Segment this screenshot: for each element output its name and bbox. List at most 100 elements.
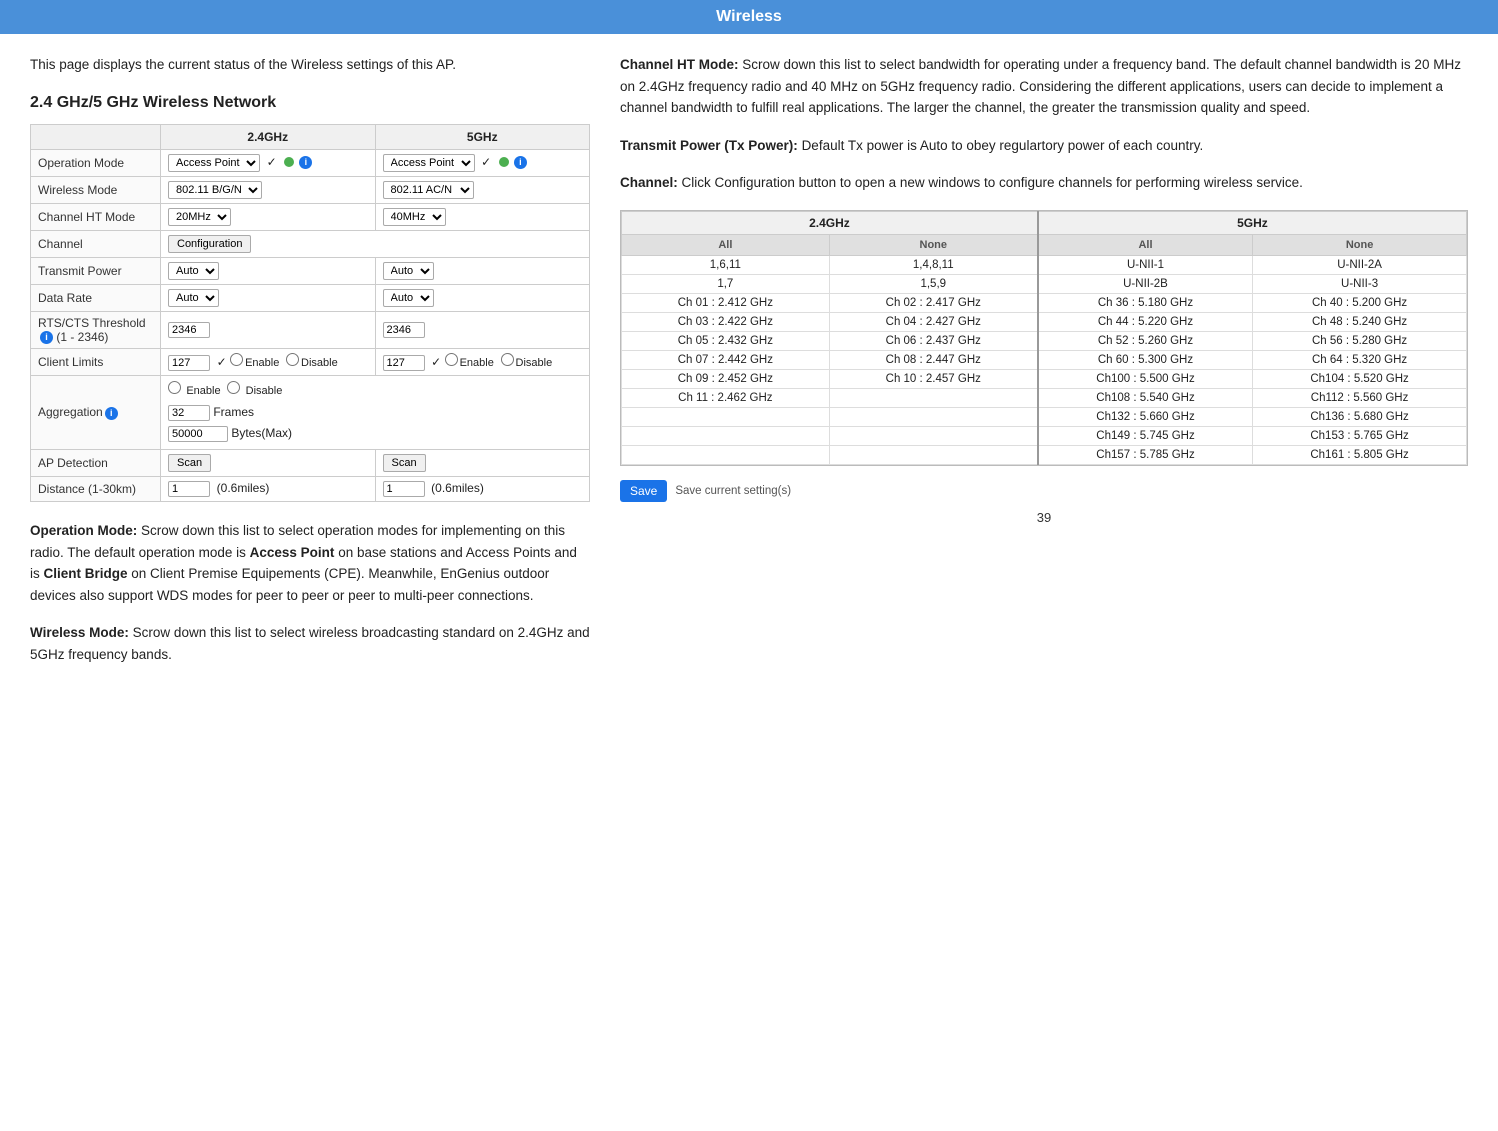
ch-cell-24b[interactable] <box>829 388 1038 407</box>
ap-detection-24: Scan <box>161 449 376 476</box>
ch-all-5[interactable]: All <box>1038 234 1253 255</box>
ch-cell-5a[interactable]: U-NII-1 <box>1038 255 1253 274</box>
rts-input-5[interactable] <box>383 322 425 338</box>
ch-cell-5a[interactable]: Ch 36 : 5.180 GHz <box>1038 293 1253 312</box>
ch-none-24[interactable]: None <box>829 234 1038 255</box>
save-button[interactable]: Save <box>620 480 667 502</box>
ch-cell-5b[interactable]: U-NII-3 <box>1253 274 1467 293</box>
scan-button-24[interactable]: Scan <box>168 454 211 472</box>
ch-cell-24b[interactable] <box>829 426 1038 445</box>
client-limits-input-24[interactable] <box>168 355 210 371</box>
ch-cell-24b[interactable]: Ch 08 : 2.447 GHz <box>829 350 1038 369</box>
enable-radio-5[interactable] <box>445 353 458 366</box>
agg-enable-radio[interactable] <box>168 381 181 394</box>
ch-cell-24a[interactable]: Ch 11 : 2.462 GHz <box>622 388 830 407</box>
channel-header-24: 2.4GHz <box>622 211 1038 234</box>
operation-mode-5: Access Point ✓ i <box>375 149 590 176</box>
data-rate-5-select[interactable]: Auto <box>383 289 434 307</box>
config-button[interactable]: Configuration <box>168 235 251 253</box>
agg-disable-radio[interactable] <box>227 381 240 394</box>
wireless-mode-24-select[interactable]: 802.11 B/G/N <box>168 181 262 199</box>
ch-cell-5b[interactable]: Ch153 : 5.765 GHz <box>1253 426 1467 445</box>
operation-mode-5-select[interactable]: Access Point <box>383 154 475 172</box>
channel-table-row[interactable]: 1,71,5,9U-NII-2BU-NII-3 <box>622 274 1467 293</box>
ch-cell-5a[interactable]: Ch157 : 5.785 GHz <box>1038 445 1253 464</box>
channel-table-row[interactable]: Ch 03 : 2.422 GHzCh 04 : 2.427 GHzCh 44 … <box>622 312 1467 331</box>
ch-cell-5a[interactable]: Ch149 : 5.745 GHz <box>1038 426 1253 445</box>
distance-input-24[interactable] <box>168 481 210 497</box>
ch-cell-5a[interactable]: Ch 52 : 5.260 GHz <box>1038 331 1253 350</box>
channel-text: Click Configuration button to open a new… <box>682 175 1303 190</box>
ch-cell-5a[interactable]: Ch 60 : 5.300 GHz <box>1038 350 1253 369</box>
ch-cell-24b[interactable]: 1,5,9 <box>829 274 1038 293</box>
channel-table-row[interactable]: Ch 05 : 2.432 GHzCh 06 : 2.437 GHzCh 52 … <box>622 331 1467 350</box>
disable-radio-5[interactable] <box>501 353 514 366</box>
ch-cell-5b[interactable]: Ch 56 : 5.280 GHz <box>1253 331 1467 350</box>
table-row: Channel Configuration <box>31 230 590 257</box>
ch-cell-24a[interactable]: 1,6,11 <box>622 255 830 274</box>
scan-button-5[interactable]: Scan <box>383 454 426 472</box>
table-row: Client Limits ✓ Enable Disable ✓ Enable … <box>31 348 590 375</box>
enable-label-24: Enable <box>245 357 279 369</box>
ch-cell-24a[interactable]: Ch 07 : 2.442 GHz <box>622 350 830 369</box>
ch-cell-5b[interactable]: Ch104 : 5.520 GHz <box>1253 369 1467 388</box>
ch-none-5[interactable]: None <box>1253 234 1467 255</box>
channel-table-row[interactable]: Ch 11 : 2.462 GHz Ch108 : 5.540 GHzCh112 … <box>622 388 1467 407</box>
ch-cell-5a[interactable]: Ch100 : 5.500 GHz <box>1038 369 1253 388</box>
ch-cell-5a[interactable]: Ch108 : 5.540 GHz <box>1038 388 1253 407</box>
access-point-bold: Access Point <box>250 545 335 560</box>
ch-cell-24b[interactable] <box>829 445 1038 464</box>
ch-cell-5b[interactable]: Ch 40 : 5.200 GHz <box>1253 293 1467 312</box>
ch-cell-24a[interactable]: 1,7 <box>622 274 830 293</box>
distance-input-5[interactable] <box>383 481 425 497</box>
data-rate-24-select[interactable]: Auto <box>168 289 219 307</box>
enable-radio-24[interactable] <box>230 353 243 366</box>
agg-frames-input[interactable] <box>168 405 210 421</box>
ch-cell-5b[interactable]: Ch112 : 5.560 GHz <box>1253 388 1467 407</box>
channel-table-row[interactable]: Ch 07 : 2.442 GHzCh 08 : 2.447 GHzCh 60 … <box>622 350 1467 369</box>
ch-cell-24b[interactable]: Ch 06 : 2.437 GHz <box>829 331 1038 350</box>
channel-table-row[interactable]: Ch132 : 5.660 GHzCh136 : 5.680 GHz <box>622 407 1467 426</box>
ch-cell-5a[interactable]: U-NII-2B <box>1038 274 1253 293</box>
transmit-power-5-select[interactable]: Auto <box>383 262 434 280</box>
disable-radio-24[interactable] <box>286 353 299 366</box>
channel-ht-24-select[interactable]: 20MHz <box>168 208 231 226</box>
channel-table-row[interactable]: Ch 09 : 2.452 GHzCh 10 : 2.457 GHzCh100 … <box>622 369 1467 388</box>
ch-cell-5b[interactable]: Ch161 : 5.805 GHz <box>1253 445 1467 464</box>
table-row: Channel HT Mode 20MHz 40MHz <box>31 203 590 230</box>
channel-table-row[interactable]: 1,6,111,4,8,11U-NII-1U-NII-2A <box>622 255 1467 274</box>
section-heading: 2.4 GHz/5 GHz Wireless Network <box>30 94 590 112</box>
ch-cell-24a[interactable] <box>622 445 830 464</box>
channel-table-row[interactable]: Ch 01 : 2.412 GHzCh 02 : 2.417 GHzCh 36 … <box>622 293 1467 312</box>
rts-input-24[interactable] <box>168 322 210 338</box>
ch-cell-24b[interactable]: Ch 10 : 2.457 GHz <box>829 369 1038 388</box>
ch-cell-24a[interactable]: Ch 05 : 2.432 GHz <box>622 331 830 350</box>
ch-cell-5b[interactable]: U-NII-2A <box>1253 255 1467 274</box>
ch-cell-24a[interactable]: Ch 03 : 2.422 GHz <box>622 312 830 331</box>
ch-cell-5b[interactable]: Ch 64 : 5.320 GHz <box>1253 350 1467 369</box>
ch-cell-24b[interactable]: 1,4,8,11 <box>829 255 1038 274</box>
transmit-power-24-select[interactable]: Auto <box>168 262 219 280</box>
wireless-mode-term: Wireless Mode: <box>30 625 129 640</box>
operation-mode-24-select[interactable]: Access Point <box>168 154 260 172</box>
ch-cell-24b[interactable]: Ch 04 : 2.427 GHz <box>829 312 1038 331</box>
ch-cell-24a[interactable] <box>622 407 830 426</box>
ch-all-24[interactable]: All <box>622 234 830 255</box>
ch-cell-5a[interactable]: Ch132 : 5.660 GHz <box>1038 407 1253 426</box>
agg-bytes-input[interactable] <box>168 426 228 442</box>
channel-table-row[interactable]: Ch149 : 5.745 GHzCh153 : 5.765 GHz <box>622 426 1467 445</box>
right-column: Channel HT Mode: Scrow down this list to… <box>620 54 1468 1101</box>
wireless-mode-5-select[interactable]: 802.11 AC/N <box>383 181 474 199</box>
client-limits-input-5[interactable] <box>383 355 425 371</box>
ch-cell-24b[interactable]: Ch 02 : 2.417 GHz <box>829 293 1038 312</box>
channel-table-row[interactable]: Ch157 : 5.785 GHzCh161 : 5.805 GHz <box>622 445 1467 464</box>
ch-cell-5b[interactable]: Ch136 : 5.680 GHz <box>1253 407 1467 426</box>
ch-cell-5b[interactable]: Ch 48 : 5.240 GHz <box>1253 312 1467 331</box>
ch-cell-24a[interactable]: Ch 01 : 2.412 GHz <box>622 293 830 312</box>
channel-ht-5-select[interactable]: 40MHz <box>383 208 446 226</box>
ch-cell-5a[interactable]: Ch 44 : 5.220 GHz <box>1038 312 1253 331</box>
ch-cell-24b[interactable] <box>829 407 1038 426</box>
client-limits-24: ✓ Enable Disable <box>161 348 376 375</box>
ch-cell-24a[interactable]: Ch 09 : 2.452 GHz <box>622 369 830 388</box>
ch-cell-24a[interactable] <box>622 426 830 445</box>
